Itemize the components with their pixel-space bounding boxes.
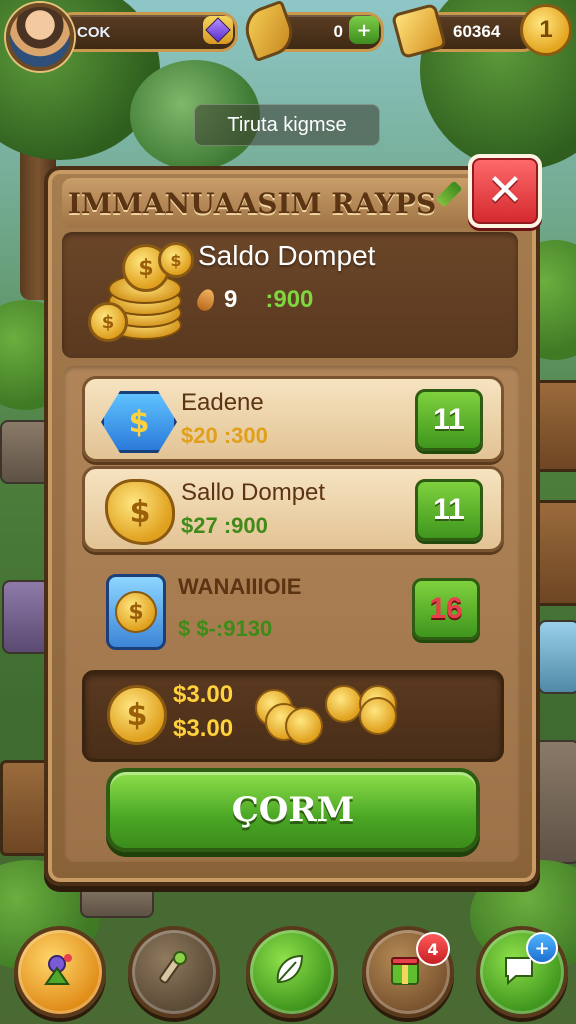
wallet-balance-count: 9 xyxy=(224,286,238,313)
top-resource-bar: COK 0 + 60364 1 xyxy=(0,0,576,71)
leaf-icon xyxy=(276,954,304,984)
offer-row[interactable]: $ Eadene $20 :300 11 xyxy=(82,376,504,462)
buy-button[interactable]: 11 xyxy=(415,479,483,541)
wallet-balance-title: Saldo Dompet xyxy=(198,240,376,271)
offer-row[interactable]: $ Sallo Dompet $27 :900 11 xyxy=(82,466,504,552)
coin-level-value: 1 xyxy=(539,16,553,43)
coin-card-icon: $ xyxy=(106,574,166,650)
offer-title: Sallo Dompet xyxy=(181,479,326,506)
offer-price: $ $-:9130 xyxy=(178,616,273,641)
gem-button[interactable] xyxy=(203,16,233,44)
buy-button[interactable]: 16 xyxy=(412,578,480,640)
wallet-balance-amount: :900 xyxy=(265,286,314,313)
chat-plus-badge: + xyxy=(526,932,558,964)
bottom-navigation: 4 + xyxy=(0,918,576,1024)
nav-flower-button[interactable] xyxy=(14,926,106,1018)
golden-leaf-icon xyxy=(238,0,300,63)
offer-title: Eadene xyxy=(181,389,264,416)
wrench-icon xyxy=(159,951,187,984)
gold-amount: 60364 xyxy=(453,22,501,41)
gift-notification-badge: 4 xyxy=(416,932,450,966)
buy-button[interactable]: 11 xyxy=(415,389,483,451)
summary-line-1: $3.00 xyxy=(173,681,234,708)
player-name: COK xyxy=(77,23,111,41)
flower-icon xyxy=(44,954,72,985)
add-leaf-button[interactable]: + xyxy=(349,16,379,44)
nav-tools-button[interactable] xyxy=(128,926,220,1018)
coin-stack-icon: $ $ $ xyxy=(88,240,208,350)
offer-price: $20 :300 xyxy=(181,423,268,448)
summary-coin-icon: $ xyxy=(107,685,167,745)
blue-hex-coin-icon: $ xyxy=(101,391,177,453)
hint-tooltip-text: Tiruta kigmse xyxy=(227,113,347,136)
confirm-button[interactable]: ÇORM xyxy=(106,768,480,852)
player-avatar[interactable] xyxy=(6,3,74,71)
close-button[interactable]: ✕ xyxy=(468,154,542,228)
coin-pile-icon xyxy=(255,683,405,747)
player-name-pill[interactable]: COK xyxy=(56,12,238,52)
hint-tooltip: Tiruta kigmse xyxy=(194,104,380,146)
shop-panel: IMMANUAASIM RAYPS $ $ $ Saldo Dompet 9 :… xyxy=(44,166,540,886)
offer-price: $27 :900 xyxy=(181,513,268,538)
flame-icon xyxy=(194,286,218,314)
gem-icon xyxy=(205,17,231,43)
panel-title: IMMANUAASIM RAYPS xyxy=(67,186,437,220)
coin-level-icon[interactable]: 1 xyxy=(520,4,572,56)
purchase-summary: $ $3.00 $3.00 xyxy=(82,670,504,762)
nav-leaf-button[interactable] xyxy=(246,926,338,1018)
gold-badge-coin-icon: $ xyxy=(105,479,175,545)
leaf-count: 0 xyxy=(333,22,343,41)
offer-row[interactable]: $ WANAIIIOIE $ $-:9130 16 xyxy=(82,568,498,650)
summary-line-2: $3.00 xyxy=(173,715,234,742)
close-icon: ✕ xyxy=(486,165,524,216)
plus-icon: + xyxy=(356,19,372,41)
offer-title: WANAIIIOIE xyxy=(178,574,302,599)
wallet-balance-row: 9 :900 xyxy=(194,286,314,314)
